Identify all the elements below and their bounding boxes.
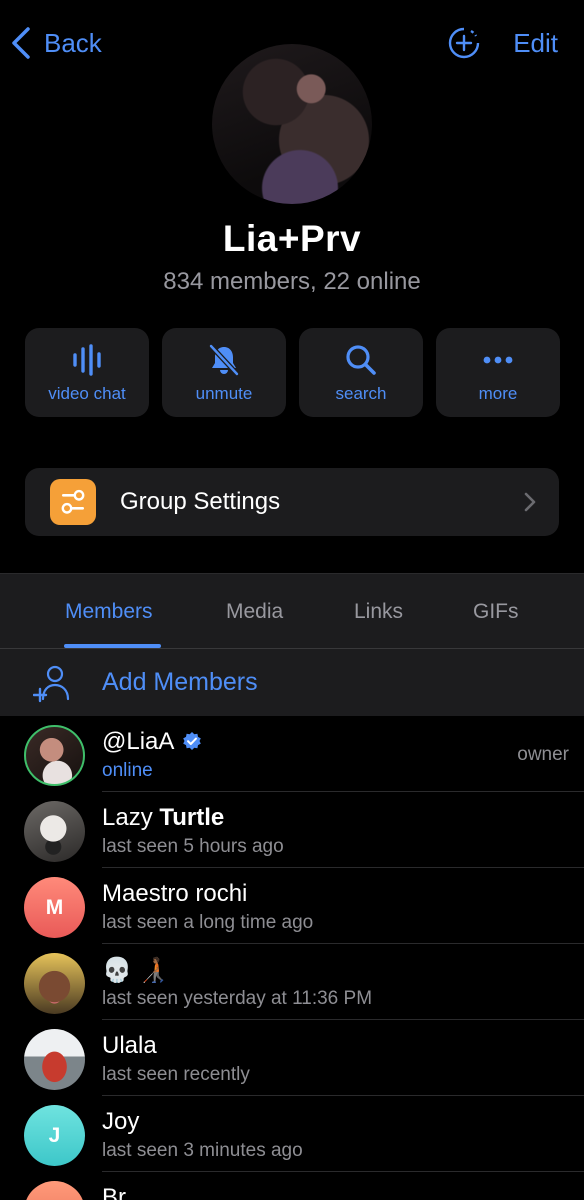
- avatar: [24, 801, 85, 862]
- group-settings-label: Group Settings: [120, 488, 281, 515]
- member-status: last seen yesterday at 11:36 PM: [102, 988, 373, 1009]
- member-name: @LiaA: [102, 728, 175, 755]
- bell-slash-icon: [209, 344, 239, 376]
- group-member-count: 834 members, 22 online: [163, 268, 421, 295]
- chevron-right-icon: [524, 492, 536, 512]
- search-label: search: [335, 384, 387, 403]
- avatar: M: [24, 877, 85, 938]
- avatar: [24, 953, 85, 1014]
- member-row[interactable]: 💀 🧑🏾‍🦯 last seen yesterday at 11:36 PM: [0, 944, 584, 1020]
- ellipsis-icon: [483, 356, 513, 364]
- tab-bar: Members Media Links GIFs: [0, 573, 584, 649]
- member-name-first: Lazy: [102, 804, 153, 831]
- add-members-button[interactable]: Add Members: [0, 649, 584, 716]
- member-name: 💀 🧑🏾‍🦯: [102, 957, 169, 984]
- group-info-screen: Back Edit Lia+Prv 834 members, 22 online…: [0, 0, 584, 1200]
- add-person-icon: [33, 665, 70, 702]
- avatar: [24, 725, 85, 786]
- member-name: Br: [102, 1184, 126, 1200]
- tab-links[interactable]: Links: [354, 600, 403, 624]
- video-chat-button[interactable]: video chat: [25, 328, 149, 417]
- tab-gifs[interactable]: GIFs: [473, 600, 519, 624]
- avatar: [24, 1181, 85, 1200]
- edit-button[interactable]: Edit: [513, 28, 558, 59]
- member-status: last seen recently: [102, 1064, 250, 1085]
- voice-wave-icon: [73, 344, 101, 376]
- members-list: @LiaA online owner Lazy Turtle last seen…: [0, 716, 584, 1200]
- unmute-label: unmute: [195, 384, 253, 403]
- active-tab-indicator: [64, 644, 161, 648]
- member-name-last: Turtle: [159, 804, 225, 831]
- member-row[interactable]: J Joy last seen 3 minutes ago: [0, 1096, 584, 1172]
- chevron-left-icon: [12, 27, 30, 59]
- add-story-icon[interactable]: [447, 26, 481, 60]
- tab-media[interactable]: Media: [226, 600, 283, 624]
- video-chat-label: video chat: [48, 384, 126, 403]
- member-name: Ulala: [102, 1032, 157, 1059]
- member-status: last seen 3 minutes ago: [102, 1140, 303, 1161]
- unmute-button[interactable]: unmute: [162, 328, 286, 417]
- member-status: online: [102, 760, 153, 781]
- member-row[interactable]: Ulala last seen recently: [0, 1020, 584, 1096]
- more-label: more: [478, 384, 518, 403]
- sliders-icon: [50, 479, 96, 525]
- member-role: owner: [517, 744, 569, 765]
- member-row[interactable]: Lazy Turtle last seen 5 hours ago: [0, 792, 584, 868]
- avatar: [24, 1029, 85, 1090]
- member-status: last seen a long time ago: [102, 912, 314, 933]
- action-buttons: video chat unmute search more: [25, 328, 560, 417]
- verified-badge-icon: [183, 732, 202, 750]
- magnifier-icon: [346, 345, 376, 375]
- back-label: Back: [44, 27, 102, 58]
- member-name: Maestro rochi: [102, 880, 248, 907]
- group-title: Lia+Prv: [222, 218, 362, 259]
- search-button[interactable]: search: [299, 328, 423, 417]
- back-button[interactable]: Back: [10, 26, 102, 60]
- member-row[interactable]: Br: [0, 1172, 584, 1200]
- group-settings-row[interactable]: Group Settings: [25, 468, 559, 536]
- avatar: J: [24, 1105, 85, 1166]
- more-button[interactable]: more: [436, 328, 560, 417]
- member-row[interactable]: M Maestro rochi last seen a long time ag…: [0, 868, 584, 944]
- group-avatar[interactable]: [212, 44, 372, 204]
- member-row[interactable]: @LiaA online owner: [0, 716, 584, 792]
- tab-members[interactable]: Members: [65, 600, 153, 624]
- add-members-label: Add Members: [102, 668, 258, 696]
- member-status: last seen 5 hours ago: [102, 836, 284, 857]
- member-name: Joy: [102, 1108, 140, 1135]
